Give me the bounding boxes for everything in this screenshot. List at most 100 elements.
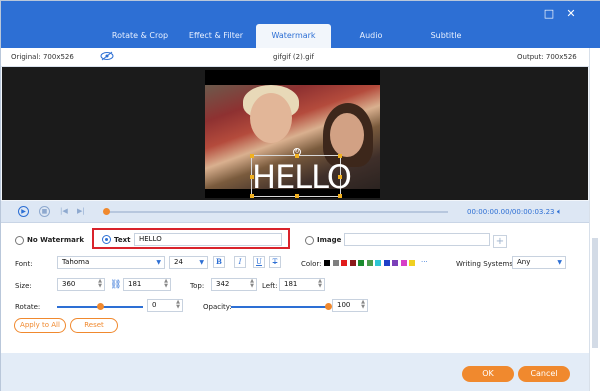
- play-icon[interactable]: ▶: [18, 206, 29, 217]
- color-swatch[interactable]: [409, 260, 415, 266]
- watermark-editor-window: Rotate & Crop Effect & Filter Watermark …: [0, 0, 600, 391]
- size-label: Size:: [15, 282, 32, 290]
- opacity-slider[interactable]: [231, 306, 328, 308]
- color-swatch[interactable]: [349, 260, 356, 266]
- width-input[interactable]: 360 ▲ ▼: [57, 278, 105, 291]
- tab-bar: Rotate & Crop Effect & Filter Watermark …: [1, 1, 600, 48]
- scrollbar[interactable]: [589, 48, 600, 391]
- time-readout: 00:00:00.00/00:00:03.23: [467, 208, 555, 216]
- font-family-select[interactable]: Tahoma ▼: [57, 256, 165, 269]
- no-watermark-label: No Watermark: [27, 236, 84, 244]
- top-label: Top:: [190, 282, 205, 290]
- watermark-selection-box[interactable]: HELLO ↻: [250, 148, 352, 198]
- watermark-controls: No Watermark Text HELLO Image + Font: Ta…: [1, 223, 589, 353]
- chevron-down-icon: ▼: [199, 259, 204, 266]
- rotate-slider-knob[interactable]: [96, 303, 104, 310]
- rotate-label: Rotate:: [15, 303, 41, 311]
- person-face: [250, 93, 292, 143]
- resize-handle[interactable]: [338, 194, 342, 198]
- more-colors-button[interactable]: ···: [421, 258, 428, 266]
- color-swatch[interactable]: [366, 260, 373, 266]
- color-swatch[interactable]: [383, 260, 390, 266]
- prev-icon[interactable]: |◀: [60, 207, 68, 215]
- top-value: 342: [216, 280, 230, 288]
- tab-subtitle[interactable]: Subtitle: [416, 24, 476, 48]
- reset-button[interactable]: Reset: [70, 318, 118, 333]
- tab-watermark[interactable]: Watermark: [256, 24, 331, 48]
- tab-effect-filter[interactable]: Effect & Filter: [181, 24, 251, 48]
- stepper-arrows[interactable]: ▲ ▼: [98, 279, 102, 289]
- volume-icon[interactable]: 🔈︎: [557, 207, 562, 217]
- maximize-button[interactable]: □: [542, 7, 556, 21]
- text-label: Text: [114, 236, 131, 244]
- opacity-slider-knob[interactable]: [324, 303, 332, 310]
- color-swatch[interactable]: [324, 260, 330, 266]
- resize-handle[interactable]: [338, 175, 342, 179]
- strikethrough-button[interactable]: T: [269, 256, 281, 268]
- image-label: Image: [317, 236, 342, 244]
- resize-handle[interactable]: [295, 194, 299, 198]
- stepper-arrows[interactable]: ▲ ▼: [318, 279, 322, 289]
- color-swatch[interactable]: [392, 260, 398, 266]
- progress-knob[interactable]: [103, 208, 110, 215]
- rotate-input[interactable]: 0 ▲ ▼: [147, 299, 183, 312]
- color-label: Color:: [301, 260, 322, 268]
- left-label: Left:: [262, 282, 278, 290]
- left-value: 181: [284, 280, 298, 288]
- watermark-text-input[interactable]: HELLO: [134, 233, 282, 246]
- opacity-input[interactable]: 100 ▲ ▼: [332, 299, 368, 312]
- resize-handle[interactable]: [338, 154, 342, 158]
- no-watermark-radio[interactable]: [15, 236, 24, 245]
- scrollbar-thumb[interactable]: [592, 238, 598, 348]
- stop-icon[interactable]: ■: [39, 206, 50, 217]
- font-size-value: 24: [174, 258, 183, 266]
- footer: OK Cancel: [1, 353, 589, 391]
- bold-button[interactable]: B: [213, 256, 225, 268]
- stepper-arrows[interactable]: ▲ ▼: [250, 279, 254, 289]
- apply-to-all-button[interactable]: Apply to All: [14, 318, 66, 333]
- color-swatch[interactable]: [332, 260, 339, 266]
- writing-systems-label: Writing Systems:: [456, 260, 516, 268]
- image-radio[interactable]: [305, 236, 314, 245]
- color-swatch[interactable]: [341, 260, 347, 266]
- italic-button[interactable]: I: [234, 256, 246, 268]
- resize-handle[interactable]: [295, 154, 299, 158]
- resize-handle[interactable]: [250, 154, 254, 158]
- opacity-value: 100: [337, 301, 351, 309]
- opacity-label: Opacity:: [203, 303, 232, 311]
- chevron-down-icon: ▼: [557, 259, 562, 266]
- writing-systems-select[interactable]: Any ▼: [512, 256, 566, 269]
- resize-handle[interactable]: [250, 175, 254, 179]
- eye-off-icon[interactable]: [100, 51, 114, 63]
- tab-audio[interactable]: Audio: [341, 24, 401, 48]
- video-preview: HELLO ↻: [2, 67, 588, 200]
- next-icon[interactable]: ▶|: [77, 207, 85, 215]
- link-icon[interactable]: ⛓: [110, 280, 121, 290]
- color-swatch[interactable]: [375, 260, 381, 266]
- left-input[interactable]: 181 ▲ ▼: [279, 278, 325, 291]
- height-input[interactable]: 181 ▲ ▼: [123, 278, 171, 291]
- height-value: 181: [128, 280, 142, 288]
- file-name-label: gifgif (2).gif: [273, 53, 314, 61]
- tab-rotate-crop[interactable]: Rotate & Crop: [105, 24, 175, 48]
- color-swatch[interactable]: [400, 260, 407, 266]
- watermark-image-input[interactable]: [344, 233, 490, 246]
- underline-button[interactable]: U: [253, 256, 265, 268]
- add-image-button[interactable]: +: [493, 235, 507, 248]
- text-radio[interactable]: [102, 235, 111, 244]
- resize-handle[interactable]: [250, 194, 254, 198]
- top-input[interactable]: 342 ▲ ▼: [211, 278, 257, 291]
- close-button[interactable]: ✕: [564, 7, 578, 21]
- cancel-button[interactable]: Cancel: [518, 366, 570, 382]
- stepper-arrows[interactable]: ▲ ▼: [176, 300, 180, 310]
- rotate-value: 0: [152, 301, 157, 309]
- stepper-arrows[interactable]: ▲ ▼: [164, 279, 168, 289]
- info-bar: Original: 700x526 gifgif (2).gif Output:…: [1, 48, 589, 67]
- color-swatch[interactable]: [358, 260, 364, 266]
- progress-track[interactable]: [106, 211, 448, 213]
- font-size-select[interactable]: 24 ▼: [169, 256, 208, 269]
- writing-systems-value: Any: [517, 258, 531, 266]
- ok-button[interactable]: OK: [462, 366, 514, 382]
- stepper-arrows[interactable]: ▲ ▼: [361, 300, 365, 310]
- font-label: Font:: [15, 260, 33, 268]
